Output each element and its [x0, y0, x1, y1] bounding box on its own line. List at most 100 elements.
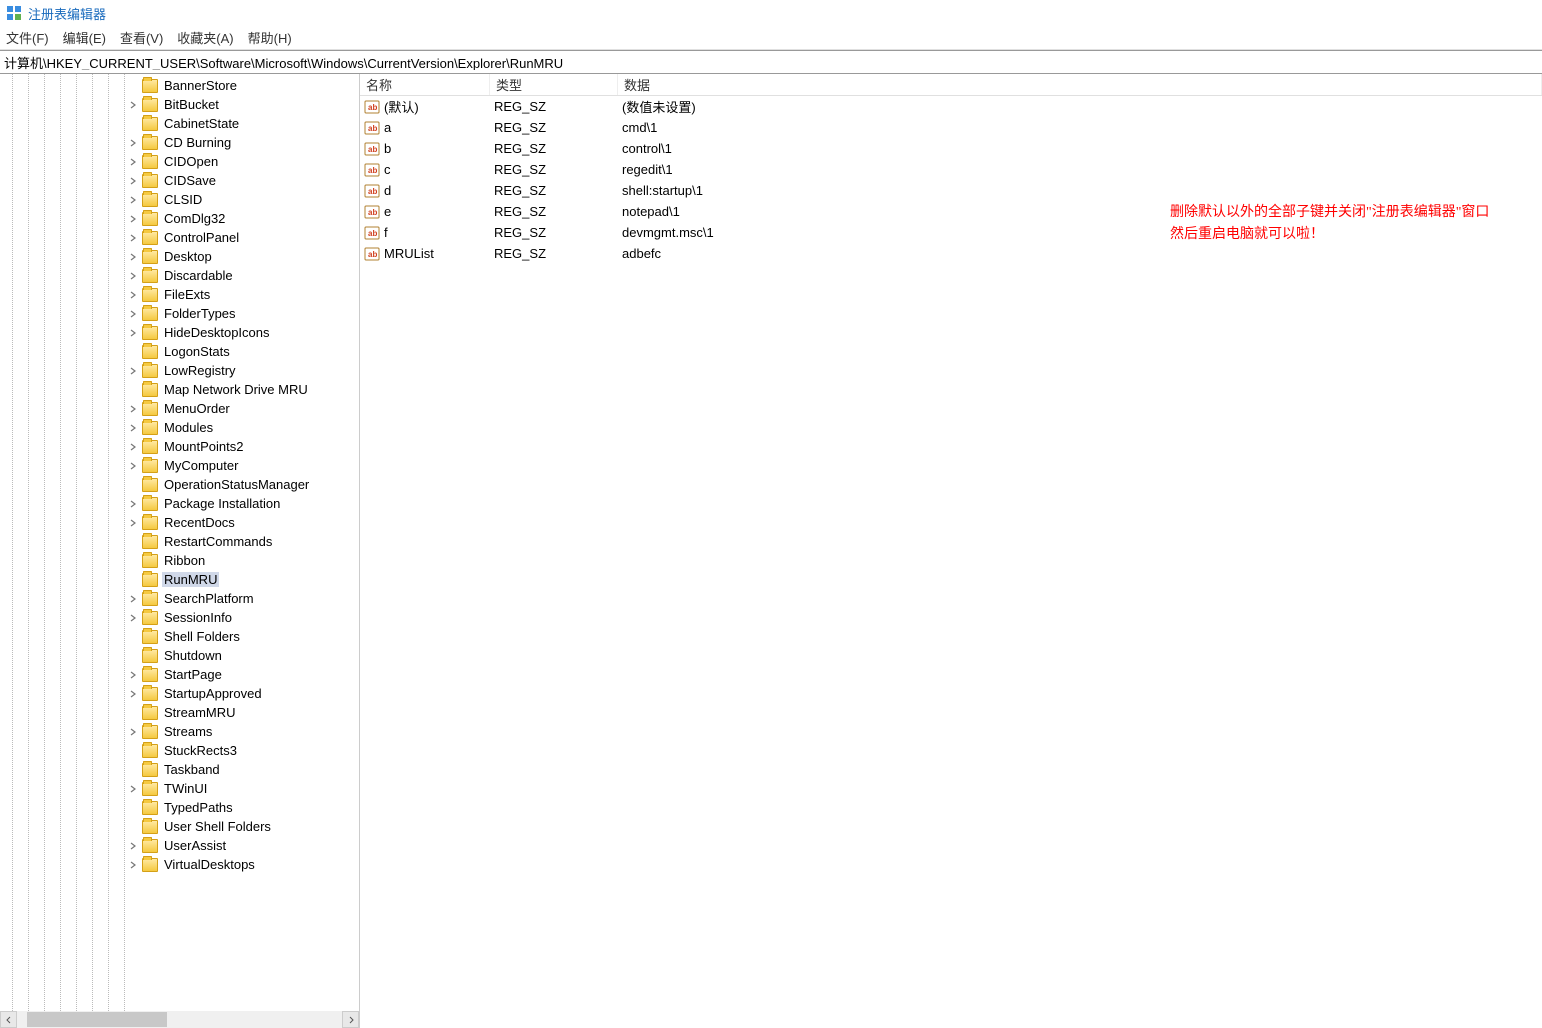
menu-favorites[interactable]: 收藏夹(A): [177, 28, 233, 47]
tree-item[interactable]: TypedPaths: [0, 798, 359, 817]
tree-item-label: VirtualDesktops: [162, 857, 257, 872]
tree-item[interactable]: MenuOrder: [0, 399, 359, 418]
tree-item[interactable]: SearchPlatform: [0, 589, 359, 608]
tree-item[interactable]: RecentDocs: [0, 513, 359, 532]
chevron-right-icon[interactable]: [126, 307, 140, 321]
folder-icon: [142, 573, 158, 587]
tree-item[interactable]: CabinetState: [0, 114, 359, 133]
chevron-right-icon[interactable]: [126, 193, 140, 207]
tree-item[interactable]: Shell Folders: [0, 627, 359, 646]
tree-item[interactable]: Modules: [0, 418, 359, 437]
tree-item[interactable]: ComDlg32: [0, 209, 359, 228]
svg-text:ab: ab: [368, 103, 377, 112]
tree-item[interactable]: UserAssist: [0, 836, 359, 855]
value-type: REG_SZ: [494, 225, 622, 240]
chevron-right-icon[interactable]: [126, 839, 140, 853]
chevron-right-icon[interactable]: [126, 516, 140, 530]
chevron-right-icon[interactable]: [126, 326, 140, 340]
tree-item[interactable]: Desktop: [0, 247, 359, 266]
tree-item[interactable]: TWinUI: [0, 779, 359, 798]
value-row[interactable]: abbREG_SZcontrol\1: [360, 138, 1542, 159]
folder-icon: [142, 744, 158, 758]
tree-item-label: CIDSave: [162, 173, 218, 188]
string-value-icon: ab: [364, 183, 380, 199]
tree-item[interactable]: BitBucket: [0, 95, 359, 114]
chevron-right-icon[interactable]: [126, 174, 140, 188]
chevron-right-icon[interactable]: [126, 421, 140, 435]
chevron-right-icon[interactable]: [126, 402, 140, 416]
tree-item[interactable]: BannerStore: [0, 76, 359, 95]
tree-item[interactable]: VirtualDesktops: [0, 855, 359, 874]
tree-horizontal-scrollbar[interactable]: [0, 1011, 359, 1028]
tree-item[interactable]: MountPoints2: [0, 437, 359, 456]
chevron-right-icon[interactable]: [126, 136, 140, 150]
chevron-right-icon[interactable]: [126, 611, 140, 625]
value-row[interactable]: abcREG_SZregedit\1: [360, 159, 1542, 180]
chevron-right-icon[interactable]: [126, 592, 140, 606]
chevron-right-icon[interactable]: [126, 858, 140, 872]
menu-edit[interactable]: 编辑(E): [63, 28, 106, 47]
tree-item[interactable]: FileExts: [0, 285, 359, 304]
tree-item[interactable]: StreamMRU: [0, 703, 359, 722]
menu-view[interactable]: 查看(V): [120, 28, 163, 47]
chevron-right-icon[interactable]: [126, 459, 140, 473]
column-type[interactable]: 类型: [490, 74, 618, 95]
tree-item[interactable]: LowRegistry: [0, 361, 359, 380]
address-input[interactable]: [4, 55, 1538, 70]
tree-item[interactable]: ControlPanel: [0, 228, 359, 247]
chevron-right-icon[interactable]: [126, 725, 140, 739]
value-row[interactable]: abdREG_SZshell:startup\1: [360, 180, 1542, 201]
chevron-right-icon[interactable]: [126, 782, 140, 796]
tree-item[interactable]: CIDSave: [0, 171, 359, 190]
chevron-right-icon[interactable]: [126, 98, 140, 112]
tree-item[interactable]: StartPage: [0, 665, 359, 684]
tree-item[interactable]: Shutdown: [0, 646, 359, 665]
tree-item[interactable]: RunMRU: [0, 570, 359, 589]
chevron-right-icon[interactable]: [126, 288, 140, 302]
column-name[interactable]: 名称: [360, 74, 490, 95]
tree-item[interactable]: Ribbon: [0, 551, 359, 570]
chevron-right-icon[interactable]: [126, 250, 140, 264]
scroll-right-button[interactable]: [342, 1011, 359, 1028]
tree-item[interactable]: Package Installation: [0, 494, 359, 513]
scroll-left-button[interactable]: [0, 1011, 17, 1028]
menu-help[interactable]: 帮助(H): [248, 28, 292, 47]
tree-item[interactable]: LogonStats: [0, 342, 359, 361]
tree-item[interactable]: Discardable: [0, 266, 359, 285]
folder-icon: [142, 478, 158, 492]
svg-text:ab: ab: [368, 208, 377, 217]
tree-item[interactable]: CD Burning: [0, 133, 359, 152]
column-data[interactable]: 数据: [618, 74, 1542, 95]
tree-item[interactable]: Streams: [0, 722, 359, 741]
chevron-right-icon[interactable]: [126, 687, 140, 701]
value-row[interactable]: ab(默认)REG_SZ(数值未设置): [360, 96, 1542, 117]
tree-item[interactable]: RestartCommands: [0, 532, 359, 551]
scroll-thumb[interactable]: [27, 1012, 167, 1027]
tree-scroll[interactable]: BannerStoreBitBucketCabinetStateCD Burni…: [0, 74, 359, 1011]
tree-item[interactable]: Map Network Drive MRU: [0, 380, 359, 399]
chevron-right-icon[interactable]: [126, 364, 140, 378]
tree-item[interactable]: FolderTypes: [0, 304, 359, 323]
chevron-right-icon[interactable]: [126, 440, 140, 454]
tree-item[interactable]: SessionInfo: [0, 608, 359, 627]
menu-file[interactable]: 文件(F): [6, 28, 49, 47]
chevron-right-icon[interactable]: [126, 155, 140, 169]
tree-item[interactable]: OperationStatusManager: [0, 475, 359, 494]
scroll-track[interactable]: [17, 1011, 342, 1028]
tree-item[interactable]: StuckRects3: [0, 741, 359, 760]
chevron-right-icon[interactable]: [126, 269, 140, 283]
address-bar[interactable]: [0, 50, 1542, 74]
tree-item[interactable]: Taskband: [0, 760, 359, 779]
chevron-right-icon[interactable]: [126, 231, 140, 245]
tree-item[interactable]: CIDOpen: [0, 152, 359, 171]
tree-item[interactable]: CLSID: [0, 190, 359, 209]
chevron-right-icon[interactable]: [126, 497, 140, 511]
chevron-right-icon[interactable]: [126, 212, 140, 226]
tree-item[interactable]: User Shell Folders: [0, 817, 359, 836]
tree-item[interactable]: HideDesktopIcons: [0, 323, 359, 342]
value-row[interactable]: abaREG_SZcmd\1: [360, 117, 1542, 138]
tree-item[interactable]: StartupApproved: [0, 684, 359, 703]
tree-item[interactable]: MyComputer: [0, 456, 359, 475]
chevron-right-icon[interactable]: [126, 668, 140, 682]
tree-item-label: RecentDocs: [162, 515, 237, 530]
